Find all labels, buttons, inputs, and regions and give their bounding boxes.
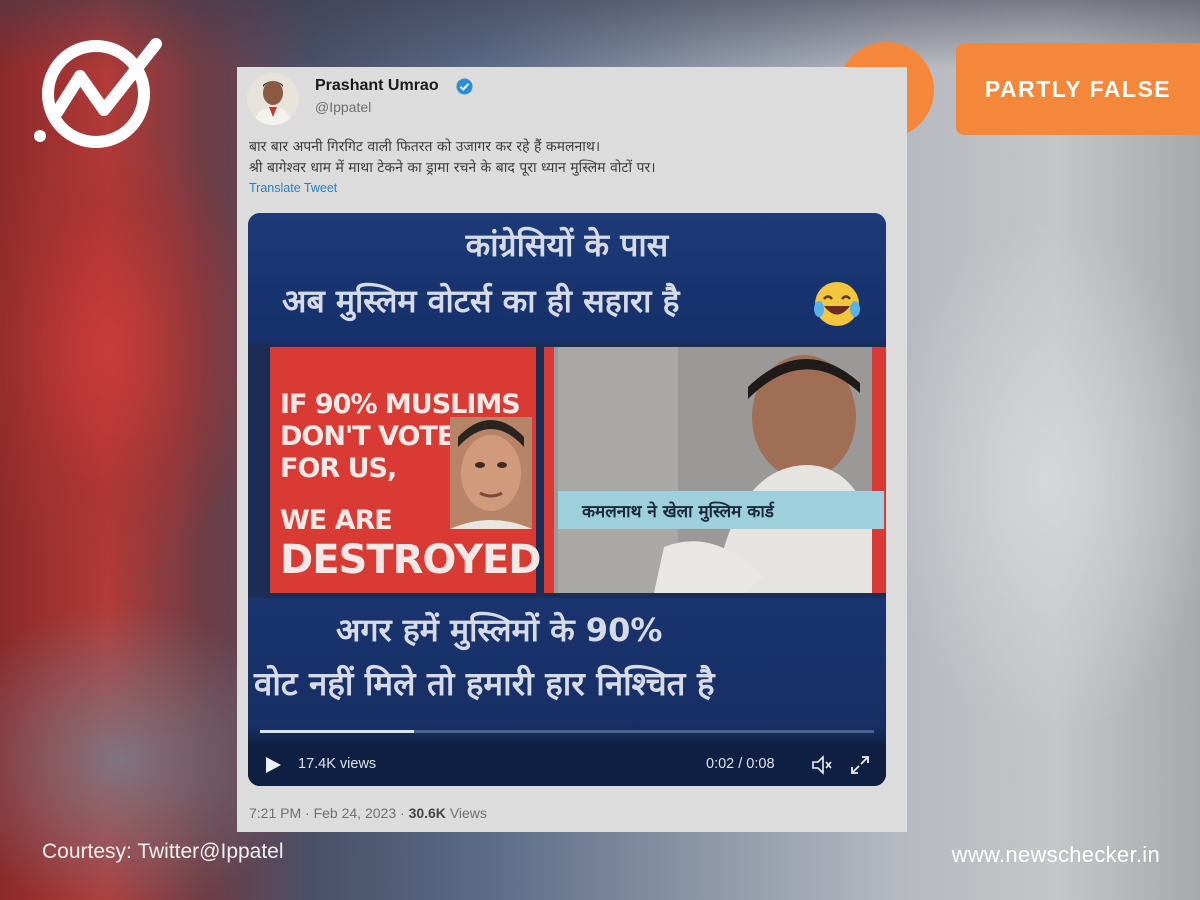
courtesy-credit: Courtesy: Twitter@Ippatel: [42, 840, 284, 863]
politician-photo: [450, 417, 532, 529]
tweet-video[interactable]: कांग्रेसियों के पास अब मुस्लिम वोटर्स का…: [248, 213, 886, 786]
volume-icon[interactable]: [811, 754, 833, 776]
meta-separator: ·: [400, 805, 405, 821]
translate-tweet-link[interactable]: Translate Tweet: [249, 181, 337, 195]
video-time: 0:02 / 0:08: [706, 756, 775, 772]
quote-line: DESTROYED: [280, 537, 541, 583]
video-caption-bar: कमलनाथ ने खेला मुस्लिम कार्ड: [558, 491, 884, 529]
tweet-text-line-2: श्री बागेश्वर धाम में माथा टेकने का ड्रा…: [249, 160, 656, 176]
tweet-text-line-1: बार बार अपनी गिरगिट वाली फितरत को उजागर …: [249, 139, 601, 155]
tweet-time[interactable]: 7:21 PM: [249, 805, 301, 821]
tweet-card: Prashant Umrao @Ippatel बार बार अपनी गिर…: [237, 67, 907, 832]
video-frame: IF 90% MUSLIMS DON'T VOTE FOR US, WE ARE…: [248, 343, 886, 598]
video-caption: कमलनाथ ने खेला मुस्लिम कार्ड: [582, 501, 774, 522]
site-url[interactable]: www.newschecker.in: [952, 842, 1160, 868]
tweet-views-count: 30.6K: [408, 805, 446, 821]
video-progress-fill: [260, 730, 414, 733]
headline-line-2: अब मुस्लिम वोटर्स का ही सहारा है: [282, 282, 680, 320]
tweet-date[interactable]: Feb 24, 2023: [314, 805, 397, 821]
quote-line: IF 90% MUSLIMS: [280, 389, 521, 420]
background-blur-light: [880, 220, 1200, 740]
quote-line: DON'T VOTE: [280, 421, 455, 452]
quote-line: FOR US,: [280, 453, 397, 484]
frame-border-right: [872, 347, 886, 593]
footer-line-1: अगर हमें मुस्लिमों के 90%: [336, 611, 663, 649]
newschecker-logo: [30, 30, 170, 150]
video-views: 17.4K views: [298, 756, 377, 772]
tweet-text: बार बार अपनी गिरगिट वाली फितरत को उजागर …: [249, 137, 889, 179]
background-blur-red: [0, 120, 260, 580]
author-handle[interactable]: @Ippatel: [315, 99, 371, 115]
video-still: कमलनाथ ने खेला मुस्लिम कार्ड: [544, 347, 886, 593]
headline-line-1: कांग्रेसियों के पास: [465, 226, 669, 264]
frame-border-left: [544, 347, 554, 593]
fullscreen-icon[interactable]: [849, 754, 871, 776]
video-controls: 17.4K views 0:02 / 0:08: [248, 728, 886, 786]
avatar[interactable]: [247, 73, 299, 125]
video-headline-banner: कांग्रेसियों के पास अब मुस्लिम वोटर्स का…: [248, 213, 886, 343]
tweet-meta: 7:21 PM · Feb 24, 2023 · 30.6K Views: [249, 805, 487, 821]
tweet-views-label: Views: [449, 805, 487, 821]
author-name[interactable]: Prashant Umrao: [315, 77, 439, 95]
verdict-badge: PARTLY FALSE: [956, 43, 1200, 135]
meta-separator: ·: [305, 805, 310, 821]
quote-graphic: IF 90% MUSLIMS DON'T VOTE FOR US, WE ARE…: [270, 347, 541, 593]
video-progress-bar[interactable]: [260, 730, 874, 733]
verdict-label: PARTLY FALSE: [984, 75, 1172, 102]
footer-line-2: वोट नहीं मिले तो हमारी हार निश्चित है: [254, 664, 715, 703]
verified-badge-icon: [456, 78, 473, 95]
quote-line: WE ARE: [280, 505, 393, 536]
play-icon[interactable]: [264, 756, 282, 774]
laughing-tears-emoji-icon: [812, 279, 862, 329]
